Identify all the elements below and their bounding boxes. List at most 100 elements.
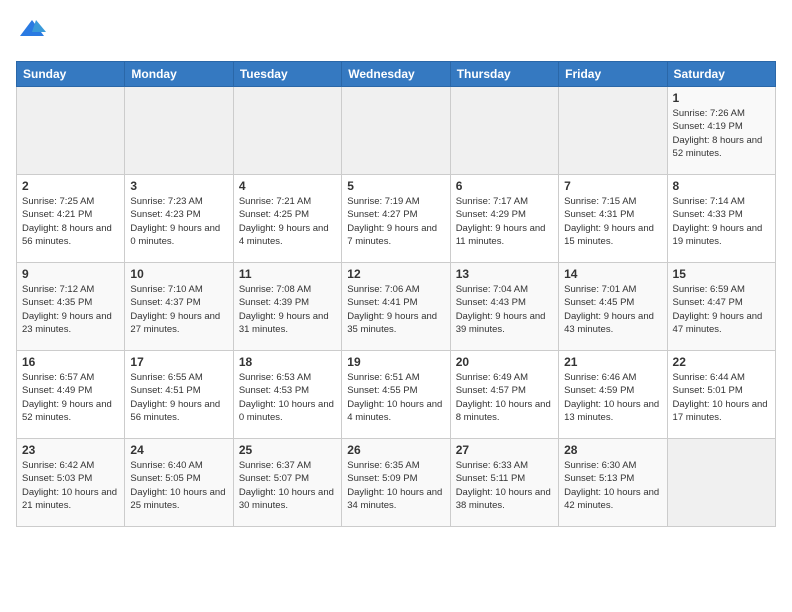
calendar-week-2: 2 Sunrise: 7:25 AM Sunset: 4:21 PM Daylig… xyxy=(17,175,776,263)
page-header xyxy=(16,16,776,49)
day-info: Sunrise: 7:23 AM Sunset: 4:23 PM Dayligh… xyxy=(130,195,227,248)
day-info: Sunrise: 6:33 AM Sunset: 5:11 PM Dayligh… xyxy=(456,459,553,512)
day-info: Sunrise: 7:19 AM Sunset: 4:27 PM Dayligh… xyxy=(347,195,444,248)
day-number: 16 xyxy=(22,355,119,369)
calendar-cell xyxy=(17,87,125,175)
calendar-cell: 24 Sunrise: 6:40 AM Sunset: 5:05 PM Dayli… xyxy=(125,439,233,527)
day-number: 11 xyxy=(239,267,336,281)
calendar-cell: 25 Sunrise: 6:37 AM Sunset: 5:07 PM Dayli… xyxy=(233,439,341,527)
calendar-cell: 19Sunrise: 6:51 AM Sunset: 4:55 PM Dayli… xyxy=(342,351,450,439)
day-info: Sunrise: 6:55 AM Sunset: 4:51 PM Dayligh… xyxy=(130,371,227,424)
day-info: Sunrise: 7:12 AM Sunset: 4:35 PM Dayligh… xyxy=(22,283,119,336)
day-info: Sunrise: 7:17 AM Sunset: 4:29 PM Dayligh… xyxy=(456,195,553,248)
day-number: 1 xyxy=(673,91,770,105)
calendar-cell: 13 Sunrise: 7:04 AM Sunset: 4:43 PM Dayli… xyxy=(450,263,558,351)
day-number: 25 xyxy=(239,443,336,457)
day-info: Sunrise: 7:01 AM Sunset: 4:45 PM Dayligh… xyxy=(564,283,661,336)
calendar-week-5: 23Sunrise: 6:42 AM Sunset: 5:03 PM Dayli… xyxy=(17,439,776,527)
day-info: Sunrise: 6:46 AM Sunset: 4:59 PM Dayligh… xyxy=(564,371,661,424)
day-info: Sunrise: 7:08 AM Sunset: 4:39 PM Dayligh… xyxy=(239,283,336,336)
day-info: Sunrise: 6:30 AM Sunset: 5:13 PM Dayligh… xyxy=(564,459,661,512)
day-number: 20 xyxy=(456,355,553,369)
day-info: Sunrise: 7:10 AM Sunset: 4:37 PM Dayligh… xyxy=(130,283,227,336)
day-number: 4 xyxy=(239,179,336,193)
day-info: Sunrise: 6:57 AM Sunset: 4:49 PM Dayligh… xyxy=(22,371,119,424)
day-number: 28 xyxy=(564,443,661,457)
weekday-header-monday: Monday xyxy=(125,62,233,87)
calendar-cell xyxy=(125,87,233,175)
day-info: Sunrise: 6:40 AM Sunset: 5:05 PM Dayligh… xyxy=(130,459,227,512)
calendar-cell xyxy=(233,87,341,175)
day-info: Sunrise: 7:06 AM Sunset: 4:41 PM Dayligh… xyxy=(347,283,444,336)
weekday-header-thursday: Thursday xyxy=(450,62,558,87)
day-number: 24 xyxy=(130,443,227,457)
day-number: 22 xyxy=(673,355,770,369)
logo-icon xyxy=(18,16,46,44)
calendar-week-3: 9 Sunrise: 7:12 AM Sunset: 4:35 PM Daylig… xyxy=(17,263,776,351)
calendar-cell xyxy=(559,87,667,175)
calendar-cell: 18 Sunrise: 6:53 AM Sunset: 4:53 PM Dayli… xyxy=(233,351,341,439)
calendar-header-row: SundayMondayTuesdayWednesdayThursdayFrid… xyxy=(17,62,776,87)
day-number: 2 xyxy=(22,179,119,193)
day-info: Sunrise: 7:21 AM Sunset: 4:25 PM Dayligh… xyxy=(239,195,336,248)
calendar-cell xyxy=(667,439,775,527)
calendar-week-1: 1 Sunrise: 7:26 AM Sunset: 4:19 PM Daylig… xyxy=(17,87,776,175)
calendar-cell: 12 Sunrise: 7:06 AM Sunset: 4:41 PM Dayli… xyxy=(342,263,450,351)
weekday-header-tuesday: Tuesday xyxy=(233,62,341,87)
calendar-cell: 11 Sunrise: 7:08 AM Sunset: 4:39 PM Dayli… xyxy=(233,263,341,351)
day-number: 21 xyxy=(564,355,661,369)
day-number: 27 xyxy=(456,443,553,457)
day-info: Sunrise: 7:15 AM Sunset: 4:31 PM Dayligh… xyxy=(564,195,661,248)
calendar-cell: 10 Sunrise: 7:10 AM Sunset: 4:37 PM Dayli… xyxy=(125,263,233,351)
day-info: Sunrise: 6:44 AM Sunset: 5:01 PM Dayligh… xyxy=(673,371,770,424)
calendar-body: 1 Sunrise: 7:26 AM Sunset: 4:19 PM Daylig… xyxy=(17,87,776,527)
calendar-cell: 3Sunrise: 7:23 AM Sunset: 4:23 PM Daylig… xyxy=(125,175,233,263)
day-info: Sunrise: 6:37 AM Sunset: 5:07 PM Dayligh… xyxy=(239,459,336,512)
calendar-cell: 9 Sunrise: 7:12 AM Sunset: 4:35 PM Daylig… xyxy=(17,263,125,351)
weekday-header-saturday: Saturday xyxy=(667,62,775,87)
calendar-cell: 28 Sunrise: 6:30 AM Sunset: 5:13 PM Dayli… xyxy=(559,439,667,527)
day-info: Sunrise: 6:53 AM Sunset: 4:53 PM Dayligh… xyxy=(239,371,336,424)
calendar-cell: 14 Sunrise: 7:01 AM Sunset: 4:45 PM Dayli… xyxy=(559,263,667,351)
day-number: 14 xyxy=(564,267,661,281)
day-number: 7 xyxy=(564,179,661,193)
calendar-cell xyxy=(450,87,558,175)
day-info: Sunrise: 7:25 AM Sunset: 4:21 PM Dayligh… xyxy=(22,195,119,248)
calendar-cell: 1 Sunrise: 7:26 AM Sunset: 4:19 PM Daylig… xyxy=(667,87,775,175)
day-number: 13 xyxy=(456,267,553,281)
calendar-cell: 22 Sunrise: 6:44 AM Sunset: 5:01 PM Dayli… xyxy=(667,351,775,439)
weekday-header-sunday: Sunday xyxy=(17,62,125,87)
day-number: 12 xyxy=(347,267,444,281)
day-info: Sunrise: 7:04 AM Sunset: 4:43 PM Dayligh… xyxy=(456,283,553,336)
day-number: 18 xyxy=(239,355,336,369)
calendar-cell: 8 Sunrise: 7:14 AM Sunset: 4:33 PM Daylig… xyxy=(667,175,775,263)
calendar-table: SundayMondayTuesdayWednesdayThursdayFrid… xyxy=(16,61,776,527)
day-number: 10 xyxy=(130,267,227,281)
day-info: Sunrise: 7:26 AM Sunset: 4:19 PM Dayligh… xyxy=(673,107,770,160)
calendar-cell: 21 Sunrise: 6:46 AM Sunset: 4:59 PM Dayli… xyxy=(559,351,667,439)
calendar-cell: 15Sunrise: 6:59 AM Sunset: 4:47 PM Dayli… xyxy=(667,263,775,351)
day-info: Sunrise: 7:14 AM Sunset: 4:33 PM Dayligh… xyxy=(673,195,770,248)
calendar-cell: 23Sunrise: 6:42 AM Sunset: 5:03 PM Dayli… xyxy=(17,439,125,527)
day-number: 23 xyxy=(22,443,119,457)
logo xyxy=(16,16,46,49)
day-number: 9 xyxy=(22,267,119,281)
day-info: Sunrise: 6:59 AM Sunset: 4:47 PM Dayligh… xyxy=(673,283,770,336)
day-number: 8 xyxy=(673,179,770,193)
calendar-cell: 5 Sunrise: 7:19 AM Sunset: 4:27 PM Daylig… xyxy=(342,175,450,263)
weekday-header-wednesday: Wednesday xyxy=(342,62,450,87)
day-number: 6 xyxy=(456,179,553,193)
calendar-cell: 27 Sunrise: 6:33 AM Sunset: 5:11 PM Dayli… xyxy=(450,439,558,527)
day-info: Sunrise: 6:35 AM Sunset: 5:09 PM Dayligh… xyxy=(347,459,444,512)
calendar-cell: 16 Sunrise: 6:57 AM Sunset: 4:49 PM Dayli… xyxy=(17,351,125,439)
calendar-week-4: 16 Sunrise: 6:57 AM Sunset: 4:49 PM Dayli… xyxy=(17,351,776,439)
calendar-cell: 4 Sunrise: 7:21 AM Sunset: 4:25 PM Daylig… xyxy=(233,175,341,263)
calendar-cell: 6 Sunrise: 7:17 AM Sunset: 4:29 PM Daylig… xyxy=(450,175,558,263)
weekday-header-friday: Friday xyxy=(559,62,667,87)
day-number: 5 xyxy=(347,179,444,193)
calendar-cell: 17Sunrise: 6:55 AM Sunset: 4:51 PM Dayli… xyxy=(125,351,233,439)
calendar-cell: 20Sunrise: 6:49 AM Sunset: 4:57 PM Dayli… xyxy=(450,351,558,439)
calendar-cell: 7 Sunrise: 7:15 AM Sunset: 4:31 PM Daylig… xyxy=(559,175,667,263)
day-info: Sunrise: 6:51 AM Sunset: 4:55 PM Dayligh… xyxy=(347,371,444,424)
day-number: 26 xyxy=(347,443,444,457)
